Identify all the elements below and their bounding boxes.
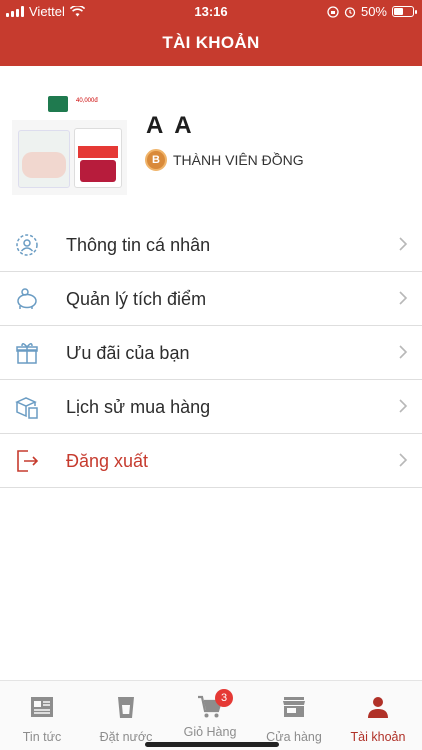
account-menu: Thông tin cá nhân Quản lý tích điểm Ưu đ… <box>0 218 422 488</box>
menu-label: Quản lý tích điểm <box>66 289 207 309</box>
cart-count-badge: 3 <box>215 689 233 707</box>
thumb-price: 40,000đ <box>76 98 98 104</box>
tab-order-water[interactable]: Đặt nước <box>84 695 168 744</box>
chevron-right-icon <box>399 399 408 413</box>
box-history-icon <box>15 397 38 419</box>
gear-user-icon <box>16 234 38 256</box>
profile-section: 40,000đ A A B THÀNH VIÊN ĐỒNG <box>0 66 422 216</box>
tab-stores[interactable]: Cửa hàng <box>252 695 336 744</box>
tab-bar: Tin tức Đặt nước 3 Giỏ Hàng Cửa hàng Tài… <box>0 680 422 750</box>
store-icon <box>283 697 305 717</box>
water-cup-icon <box>118 697 134 718</box>
user-name: A A <box>146 112 195 139</box>
tier-label: THÀNH VIÊN ĐỒNG <box>173 152 304 168</box>
battery-icon <box>392 6 417 17</box>
battery-percent: 50% <box>360 4 387 19</box>
menu-item-points[interactable]: Quản lý tích điểm <box>0 272 422 326</box>
cart-icon-wrap: 3 <box>197 689 233 719</box>
chevron-right-icon <box>399 345 408 359</box>
cart-thumb-icon <box>48 96 68 112</box>
membership-tier: B THÀNH VIÊN ĐỒNG <box>145 149 304 171</box>
chevron-right-icon <box>399 237 408 251</box>
chevron-right-icon <box>399 291 408 305</box>
avatar[interactable]: 40,000đ <box>12 90 127 195</box>
page-title: TÀI KHOẢN <box>162 33 260 52</box>
tab-cart[interactable]: 3 Giỏ Hàng <box>168 689 252 739</box>
tab-account[interactable]: Tài khoản <box>336 695 420 744</box>
bronze-medal-icon: B <box>145 149 167 171</box>
menu-label: Đăng xuất <box>66 451 149 471</box>
tab-label: Giỏ Hàng <box>183 725 237 739</box>
tab-label: Tài khoản <box>350 730 406 744</box>
piggy-bank-icon <box>17 288 37 309</box>
home-indicator[interactable] <box>145 742 279 747</box>
menu-label: Lịch sử mua hàng <box>66 397 211 417</box>
gift-icon <box>16 343 38 364</box>
menu-item-offers[interactable]: Ưu đãi của bạn <box>0 326 422 380</box>
status-bar: Viettel 13:16 50% <box>0 0 422 22</box>
status-right: 50% <box>327 4 417 19</box>
user-icon <box>368 697 388 718</box>
top-bar: Viettel 13:16 50% TÀI KHOẢN <box>0 0 422 66</box>
menu-item-order-history[interactable]: Lịch sử mua hàng <box>0 380 422 434</box>
chevron-right-icon <box>399 453 408 467</box>
logout-icon <box>17 450 39 472</box>
menu-item-personal-info[interactable]: Thông tin cá nhân <box>0 218 422 272</box>
news-icon <box>31 697 53 717</box>
rotation-lock-icon <box>327 5 339 18</box>
tab-label: Tin tức <box>22 730 62 744</box>
menu-label: Ưu đãi của bạn <box>66 343 190 363</box>
menu-item-logout[interactable]: Đăng xuất <box>0 434 422 488</box>
alarm-icon <box>344 6 356 18</box>
menu-label: Thông tin cá nhân <box>66 235 211 255</box>
tab-news[interactable]: Tin tức <box>0 695 84 744</box>
